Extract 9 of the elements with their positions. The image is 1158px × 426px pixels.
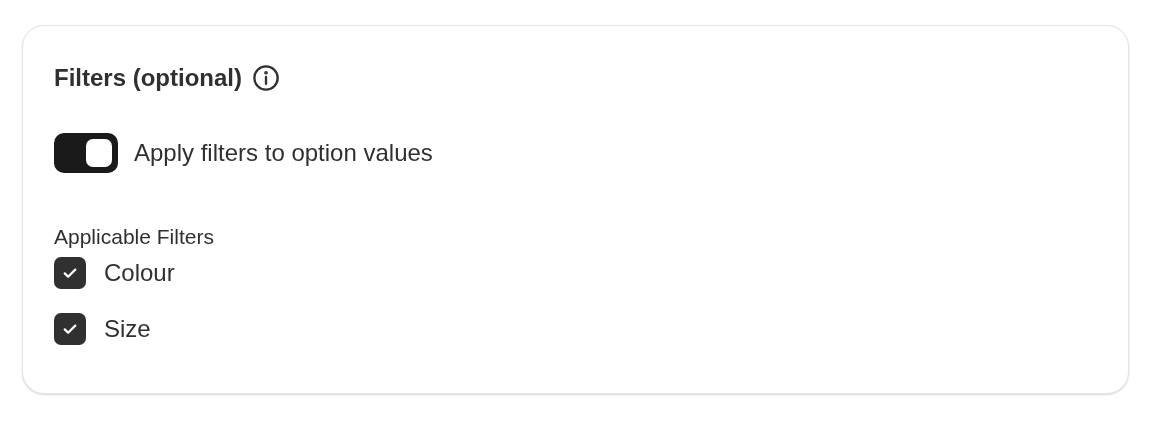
checkbox-label: Colour bbox=[104, 261, 175, 285]
toggle-label: Apply filters to option values bbox=[134, 141, 433, 165]
section-label: Applicable Filters bbox=[54, 224, 215, 250]
toggle-switch[interactable] bbox=[54, 133, 118, 173]
checkbox[interactable] bbox=[54, 313, 86, 345]
card-title: Filters (optional) bbox=[54, 63, 242, 93]
checkbox[interactable] bbox=[54, 257, 86, 289]
info-icon[interactable] bbox=[252, 64, 280, 92]
checkbox-label: Size bbox=[104, 317, 151, 341]
